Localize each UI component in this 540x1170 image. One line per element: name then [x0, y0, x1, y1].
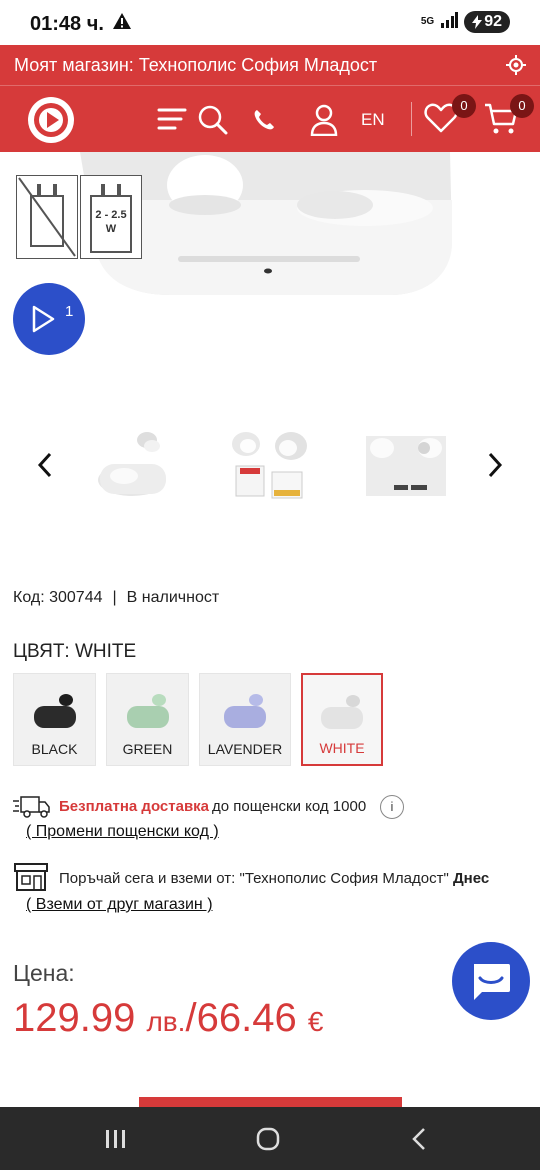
play-icon [32, 305, 55, 333]
header-divider [411, 102, 412, 136]
chat-button[interactable] [452, 942, 530, 1020]
home-icon[interactable] [256, 1127, 280, 1156]
green-earbuds-thumb [126, 694, 169, 728]
color-name: WHITE [319, 740, 365, 756]
product-gallery[interactable]: 2 - 2.5 W [0, 152, 540, 402]
price-label: Цена: [13, 960, 75, 986]
video-play-button[interactable]: 1 [13, 283, 85, 355]
postcode-text: до пощенски код 1000 [212, 798, 367, 815]
warning-icon [112, 12, 132, 35]
black-earbuds-thumb [33, 694, 76, 728]
video-count: 1 [65, 303, 74, 320]
product-code-line: Код: 300744 | В наличност [13, 589, 220, 606]
selected-color-label: ЦВЯТ: WHITE [13, 641, 137, 662]
signal-icon [440, 11, 459, 33]
price-value: 129.99 лв./66.46 € [13, 996, 323, 1041]
search-icon[interactable] [197, 104, 229, 141]
white-earbuds-thumb [321, 695, 363, 729]
no-charger-icon [16, 175, 78, 259]
lavender-earbuds-thumb [224, 694, 266, 728]
technopolis-logo[interactable] [28, 97, 74, 143]
change-postcode-link[interactable]: ( Промени пощенски код ) [26, 823, 219, 841]
back-icon[interactable] [410, 1127, 428, 1156]
free-delivery-label: Безплатна доставка [59, 798, 210, 815]
thumbnail-3[interactable] [364, 428, 448, 502]
battery-level: 92 [484, 13, 502, 30]
info-icon[interactable]: i [380, 795, 404, 819]
cart-count-badge: 0 [510, 94, 534, 118]
site-header: EN 0 0 [0, 85, 540, 152]
currency-eur: € [307, 1006, 324, 1037]
price-separator: / [185, 996, 197, 1040]
phone-icon[interactable] [252, 108, 276, 137]
store-label: Моят магазин: Технополис София Младост [14, 55, 378, 75]
thumbs-prev-chevron-icon[interactable] [36, 452, 54, 483]
pickup-store-text: Поръчай сега и вземи от: "Технополис Соф… [59, 870, 449, 887]
availability-status: В наличност [126, 589, 220, 606]
recent-apps-icon[interactable] [104, 1128, 128, 1155]
account-icon[interactable] [310, 104, 338, 141]
thumbnail-2[interactable] [226, 428, 310, 502]
battery-indicator: 92 [464, 11, 510, 33]
pickup-today: Днес [452, 870, 490, 887]
status-time: 01:48 ч. [30, 13, 104, 35]
store-icon [13, 862, 49, 896]
network-type: 5G [420, 16, 435, 27]
color-option-green[interactable]: GREEN [106, 673, 189, 766]
other-store-link[interactable]: ( Вземи от друг магазин ) [26, 896, 213, 914]
charging-icon [472, 15, 483, 29]
wishlist-count-badge: 0 [452, 94, 476, 118]
location-target-icon[interactable] [506, 55, 526, 80]
store-bar[interactable]: Моят магазин: Технополис София Младост [0, 45, 540, 85]
color-name: GREEN [122, 741, 173, 757]
color-name: LAVENDER [207, 741, 283, 757]
charger-power-icon: 2 - 2.5 W [80, 175, 142, 259]
system-nav-bar [0, 1107, 540, 1170]
thumbnail-1[interactable] [92, 428, 176, 502]
price-eur: 66.46 [196, 996, 297, 1040]
product-code: Код: 300744 [13, 589, 103, 606]
currency-bgn: лв. [146, 1006, 186, 1037]
color-option-lavender[interactable]: LAVENDER [199, 673, 291, 766]
color-option-white[interactable]: WHITE [301, 673, 383, 766]
chat-bubble-icon [474, 964, 510, 1000]
price-bgn: 129.99 [13, 996, 136, 1040]
charger-watts-line1: 2 - 2.5 [95, 209, 127, 221]
charger-watts-line2: W [105, 223, 117, 235]
delivery-truck-icon [13, 795, 51, 823]
color-name: BLACK [31, 741, 78, 757]
thumbs-next-chevron-icon[interactable] [486, 452, 504, 483]
menu-icon[interactable] [157, 106, 187, 137]
language-switch[interactable]: EN [361, 110, 385, 130]
status-bar: 01:48 ч. 5G 92 [0, 0, 540, 45]
color-option-black[interactable]: BLACK [13, 673, 96, 766]
